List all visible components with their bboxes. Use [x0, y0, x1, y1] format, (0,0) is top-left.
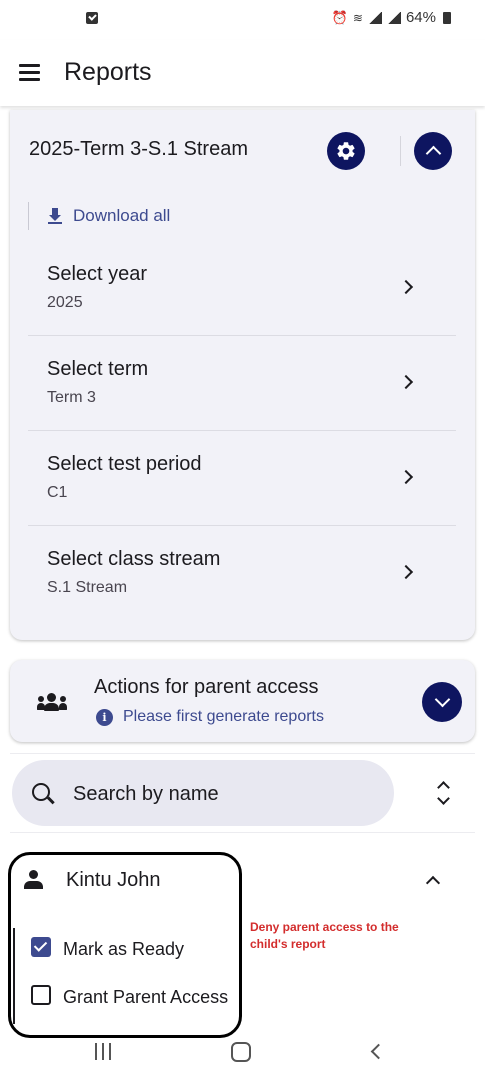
page-title: Reports	[64, 58, 152, 86]
student-name: Kintu John	[66, 869, 161, 891]
search-input[interactable]: Search by name	[73, 783, 219, 806]
settings-button[interactable]	[327, 132, 365, 170]
system-nav-bar	[0, 1032, 485, 1080]
download-all-link[interactable]: Download all	[28, 202, 170, 230]
select-test-period-label: Select test period	[47, 453, 202, 475]
header-divider	[400, 136, 401, 166]
status-icons: ⏰ ≋ 64%	[332, 9, 451, 26]
select-term-value: Term 3	[47, 389, 96, 406]
chevron-right-icon	[398, 564, 414, 580]
chevron-right-icon	[398, 469, 414, 485]
select-class-stream-value: S.1 Stream	[47, 579, 128, 596]
app-bar: Reports	[0, 40, 485, 106]
alarm-icon: ⏰	[331, 9, 348, 25]
info-icon: i	[96, 708, 113, 726]
select-year-label: Select year	[47, 263, 148, 285]
gear-icon	[337, 142, 355, 160]
mark-as-ready-checkbox[interactable]	[31, 937, 51, 957]
select-class-stream-label: Select class stream	[47, 548, 221, 570]
select-class-stream-row[interactable]: Select class stream S.1 Stream	[28, 526, 456, 620]
recents-icon[interactable]	[95, 1043, 113, 1060]
select-term-row[interactable]: Select term Term 3	[28, 336, 456, 431]
group-icon	[37, 693, 67, 711]
chevron-down-icon	[434, 691, 450, 708]
report-settings-card: 2025-Term 3-S.1 Stream Download all Sele…	[10, 110, 475, 640]
hamburger-menu-icon[interactable]	[19, 64, 40, 81]
search-bar[interactable]: Search by name	[12, 760, 394, 826]
home-icon[interactable]	[231, 1042, 251, 1062]
report-card-title: 2025-Term 3-S.1 Stream	[29, 138, 248, 160]
wifi-icon: ≋	[352, 10, 363, 25]
download-divider	[28, 202, 29, 230]
parent-access-info: i Please first generate reports	[96, 708, 324, 726]
signal-icon-2	[386, 11, 401, 24]
sort-icon[interactable]	[434, 780, 454, 806]
select-term-label: Select term	[47, 358, 149, 380]
expand-button[interactable]	[422, 682, 462, 722]
divider	[10, 832, 475, 833]
download-icon	[48, 208, 62, 224]
download-all-label: Download all	[73, 206, 171, 225]
signal-icon	[367, 11, 382, 24]
parent-access-title: Actions for parent access	[94, 676, 319, 698]
parent-access-card: Actions for parent access i Please first…	[10, 660, 475, 742]
select-year-row[interactable]: Select year 2025	[28, 241, 456, 336]
select-test-period-row[interactable]: Select test period C1	[28, 431, 456, 526]
battery-percent: 64%	[405, 9, 436, 26]
parent-access-info-text: Please first generate reports	[123, 708, 324, 725]
chevron-right-icon	[398, 374, 414, 390]
status-bar: ⏰ ≋ 64%	[0, 0, 485, 40]
annotation-note: Deny parent access to the child's report	[250, 920, 399, 951]
select-year-value: 2025	[47, 294, 83, 311]
back-icon[interactable]	[370, 1043, 387, 1060]
mark-as-ready-label: Mark as Ready	[63, 939, 185, 959]
grant-parent-access-label: Grant Parent Access	[63, 987, 229, 1007]
chevron-up-icon[interactable]	[425, 875, 441, 891]
grant-parent-access-checkbox[interactable]	[31, 985, 51, 1005]
notification-check-icon	[86, 12, 98, 24]
select-test-period-value: C1	[47, 484, 68, 501]
divider	[10, 753, 475, 754]
search-icon	[32, 783, 50, 801]
battery-icon	[443, 11, 451, 24]
person-icon	[23, 870, 43, 890]
chevron-right-icon	[398, 279, 414, 295]
collapse-button[interactable]	[414, 132, 452, 170]
chevron-up-icon	[425, 145, 441, 162]
options-indent-bar	[13, 928, 15, 1024]
